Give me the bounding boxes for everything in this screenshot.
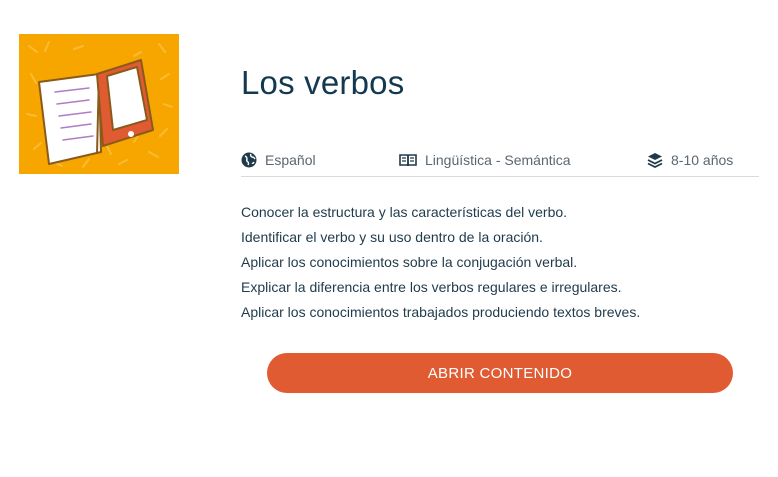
- open-content-button[interactable]: ABRIR CONTENIDO: [267, 353, 733, 393]
- page-title: Los verbos: [241, 64, 405, 101]
- objective-item: Aplicar los conocimientos sobre la conju…: [241, 254, 578, 270]
- objective-item: Aplicar los conocimientos trabajados pro…: [241, 304, 641, 320]
- age-meta: 8-10 años: [647, 152, 733, 168]
- language-meta: Español: [241, 152, 316, 168]
- book-icon: [399, 154, 417, 167]
- book-tablet-illustration-icon: [26, 41, 173, 168]
- content-metadata: Español Lingüística - Semántica 8-10 año…: [241, 150, 759, 177]
- globe-icon: [241, 152, 257, 168]
- objective-item: Conocer la estructura y las característi…: [241, 204, 568, 220]
- area-meta: Lingüística - Semántica: [399, 152, 571, 168]
- age-label: 8-10 años: [671, 152, 734, 168]
- language-label: Español: [265, 152, 316, 168]
- layers-icon: [647, 153, 663, 168]
- objective-item: Identificar el verbo y su uso dentro de …: [241, 229, 543, 245]
- area-label: Lingüística - Semántica: [425, 152, 571, 168]
- objective-item: Explicar la diferencia entre los verbos …: [241, 279, 622, 295]
- content-thumbnail: [19, 34, 179, 174]
- learning-objectives-list: Conocer la estructura y las característi…: [241, 200, 640, 325]
